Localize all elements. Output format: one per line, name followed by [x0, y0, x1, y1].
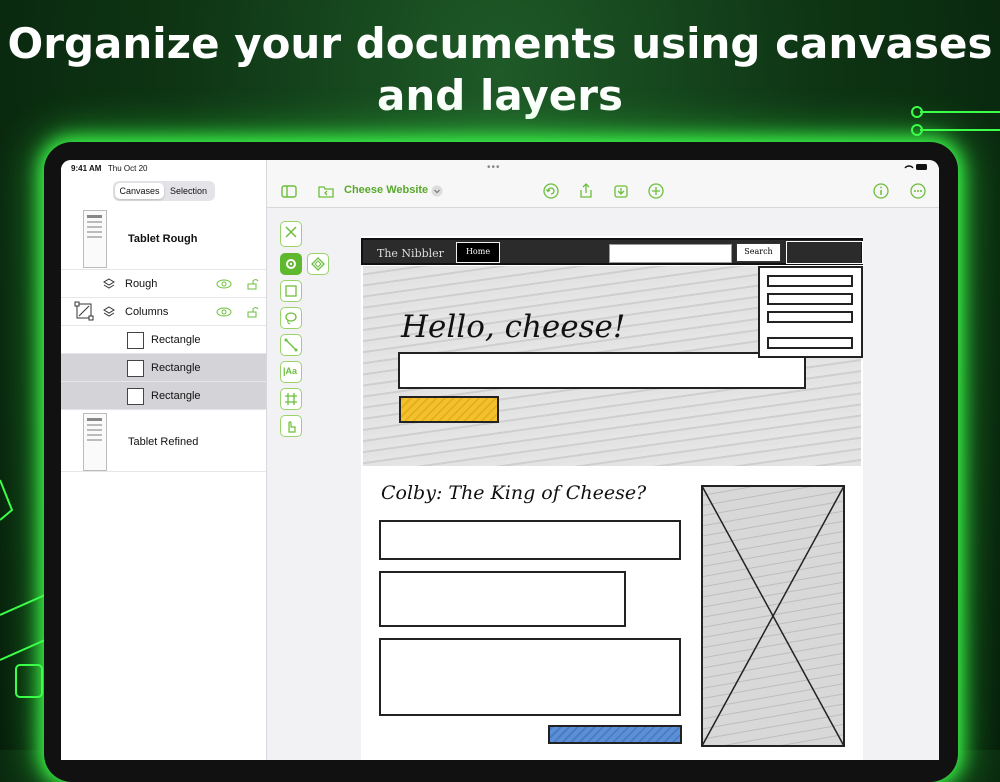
line-icon	[284, 338, 298, 352]
text-tool[interactable]: |Aa	[280, 361, 302, 383]
object-item-rectangle[interactable]: Rectangle	[61, 382, 266, 410]
browse-tool[interactable]	[280, 415, 302, 437]
canvas-item-tablet-rough[interactable]: Tablet Rough	[61, 208, 266, 270]
layer-item-rough[interactable]: Rough	[61, 270, 266, 298]
rectangle-icon	[127, 332, 144, 349]
wireframe-content-box[interactable]	[379, 520, 681, 560]
headline-line-2: and layers	[377, 71, 623, 120]
wireframe-content-box[interactable]	[379, 638, 681, 716]
layer-label: Rough	[125, 278, 158, 290]
diagram-tool[interactable]	[280, 388, 302, 410]
share-icon[interactable]	[578, 183, 594, 199]
lasso-icon	[285, 312, 297, 325]
shape-tool[interactable]	[280, 280, 302, 302]
wireframe-search-field[interactable]	[609, 244, 732, 263]
status-date: Thu Oct 20	[107, 164, 148, 173]
toolbar: ••• Cheese Website	[267, 160, 939, 208]
circuit-decoration-left	[0, 479, 45, 698]
wireframe-section-title: Colby: The King of Cheese?	[381, 482, 647, 504]
lasso-tool[interactable]	[280, 307, 302, 329]
export-icon[interactable]	[613, 183, 629, 199]
wireframe-menu-item[interactable]	[767, 311, 853, 323]
app-screen: 9:41 AM Thu Oct 20 Canvases Selection Ta…	[61, 160, 939, 760]
canvas-thumbnail	[83, 210, 107, 268]
wireframe-menu-item[interactable]	[767, 337, 853, 349]
rectangle-icon	[127, 360, 144, 377]
wireframe-hero-title: Hello, cheese!	[401, 309, 626, 345]
wireframe-home-button[interactable]: Home	[456, 242, 500, 263]
object-label: Rectangle	[151, 334, 201, 346]
sidebar: 9:41 AM Thu Oct 20 Canvases Selection Ta…	[61, 160, 267, 760]
plus-icon[interactable]	[648, 183, 664, 199]
sidebar-segmented-control: Canvases Selection	[113, 181, 215, 201]
drawing-canvas[interactable]: The Nibbler Home Search Hello, cheese! C…	[361, 236, 863, 760]
status-bar: 9:41 AM Thu Oct 20	[71, 164, 148, 173]
wireframe-search-button[interactable]: Search	[736, 243, 781, 262]
wireframe-image-placeholder[interactable]	[701, 485, 845, 747]
headline: Organize your documents using canvases a…	[0, 18, 1000, 122]
headline-line-1: Organize your documents using canvases	[7, 19, 993, 68]
canvas-item-label: Tablet Refined	[128, 436, 199, 448]
info-icon[interactable]	[873, 183, 889, 199]
square-icon	[285, 285, 297, 297]
close-palette-button[interactable]	[280, 221, 302, 247]
hand-pointer-icon	[288, 421, 296, 433]
wireframe-site-title: The Nibbler	[377, 247, 444, 260]
canvas-item-label: Tablet Rough	[128, 233, 198, 245]
battery-icon	[904, 164, 927, 170]
wireframe-hero-bar[interactable]	[398, 352, 806, 389]
wireframe-cta-button[interactable]	[399, 396, 499, 423]
layers-icon	[103, 306, 115, 317]
wireframe-menu-item[interactable]	[767, 275, 853, 287]
hashtag-icon	[285, 393, 297, 405]
rectangle-icon	[127, 388, 144, 405]
sidebar-icon[interactable]	[281, 184, 297, 200]
line-tool[interactable]	[280, 334, 302, 356]
gear-icon	[286, 259, 296, 269]
tab-canvases[interactable]: Canvases	[115, 183, 164, 199]
canvas-item-tablet-refined[interactable]: Tablet Refined	[61, 410, 266, 472]
document-title[interactable]: Cheese Website	[344, 184, 428, 196]
wireframe-content-box[interactable]	[379, 571, 626, 627]
wireframe-dropdown-menu[interactable]	[758, 266, 863, 358]
undo-icon[interactable]	[543, 183, 559, 199]
object-item-rectangle[interactable]: Rectangle	[61, 354, 266, 382]
layer-item-columns[interactable]: Columns	[61, 298, 266, 326]
tab-selection[interactable]: Selection	[164, 183, 213, 199]
status-time: 9:41 AM	[71, 164, 102, 173]
layers-icon	[103, 278, 115, 289]
unlock-icon[interactable]	[247, 278, 259, 290]
chevron-down-icon[interactable]	[431, 185, 443, 197]
object-label: Rectangle	[151, 390, 201, 402]
layer-label: Columns	[125, 306, 169, 318]
selection-tool[interactable]	[280, 253, 302, 275]
canvas-thumbnail	[83, 413, 107, 471]
folder-back-icon[interactable]	[318, 183, 334, 199]
eye-icon[interactable]	[216, 279, 232, 289]
wireframe-nav-box	[786, 241, 863, 264]
more-icon[interactable]	[910, 183, 926, 199]
unlock-icon[interactable]	[247, 306, 259, 318]
wireframe-menu-item[interactable]	[767, 293, 853, 305]
text-aa-icon: |Aa	[283, 366, 298, 376]
point-editor-tool[interactable]	[307, 253, 329, 275]
wireframe-nav-bar[interactable]: The Nibbler Home Search	[361, 238, 863, 265]
object-label: Rectangle	[151, 362, 201, 374]
wireframe-blue-button[interactable]	[548, 725, 682, 744]
object-item-rectangle[interactable]: Rectangle	[61, 326, 266, 354]
eye-icon[interactable]	[216, 307, 232, 317]
close-icon	[285, 226, 297, 238]
multitasking-dots[interactable]: •••	[487, 162, 501, 173]
selection-transform-icon	[74, 301, 94, 321]
diamond-icon	[311, 257, 325, 271]
